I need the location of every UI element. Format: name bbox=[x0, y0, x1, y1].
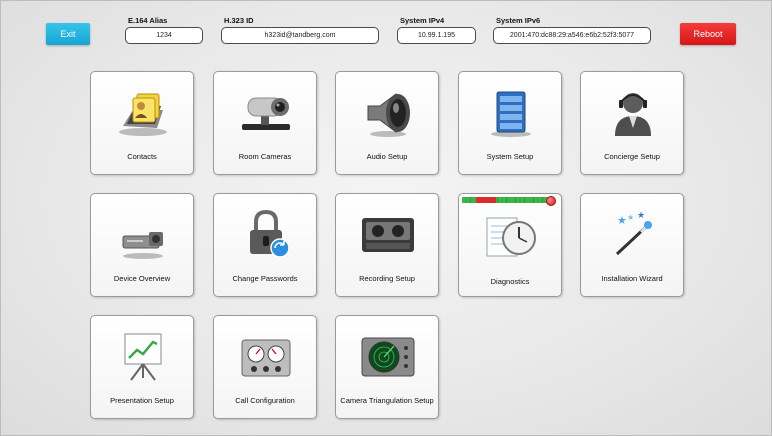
tape-recorder-icon bbox=[362, 218, 414, 252]
magic-wand-icon: ★ ★ ★ bbox=[615, 210, 652, 256]
contacts-tile[interactable]: Contacts bbox=[90, 71, 194, 175]
server-icon bbox=[491, 91, 531, 137]
presentation-setup-label: Presentation Setup bbox=[110, 396, 174, 405]
gauges-icon bbox=[241, 339, 291, 377]
system-setup-label: System Setup bbox=[486, 152, 534, 161]
diagnostics-label: Diagnostics bbox=[490, 277, 530, 286]
radar-icon bbox=[361, 337, 415, 377]
room-cameras-tile[interactable]: Room Cameras bbox=[213, 71, 317, 175]
room-cameras-label: Room Cameras bbox=[238, 152, 292, 161]
reboot-button[interactable]: Reboot bbox=[680, 23, 736, 45]
system-ipv6-label: System IPv6 bbox=[496, 16, 541, 25]
recording-setup-tile[interactable]: Recording Setup bbox=[335, 193, 439, 297]
system-ipv4-label: System IPv4 bbox=[400, 16, 445, 25]
e164-alias-value: 1234 bbox=[125, 27, 203, 44]
installation-wizard-label: Installation Wizard bbox=[601, 274, 663, 283]
diagnostics-tile[interactable]: Diagnostics bbox=[458, 193, 562, 297]
recording-setup-label: Recording Setup bbox=[359, 274, 415, 283]
change-passwords-tile[interactable]: Change Passwords bbox=[213, 193, 317, 297]
camera-triangulation-setup-label: Camera Triangulation Setup bbox=[340, 396, 434, 405]
svg-text:★: ★ bbox=[617, 215, 627, 227]
concierge-setup-tile[interactable]: Concierge Setup bbox=[580, 71, 684, 175]
call-configuration-tile[interactable]: Call Configuration bbox=[213, 315, 317, 419]
system-ipv6-value: 2001:470:dc88:29:a546:e6b2:52f3:5077 bbox=[493, 27, 651, 44]
svg-text:★: ★ bbox=[637, 210, 645, 220]
h323-id-value: h323id@tandberg.com bbox=[221, 27, 379, 44]
exit-button[interactable]: Exit bbox=[46, 23, 90, 45]
svg-text:★: ★ bbox=[627, 213, 634, 222]
main-screen: Exit E.164 Alias 1234 H.323 ID h323id@ta… bbox=[0, 0, 772, 436]
contacts-label: Contacts bbox=[127, 152, 157, 161]
clock-notepad-icon bbox=[486, 217, 536, 257]
change-passwords-label: Change Passwords bbox=[232, 274, 298, 283]
h323-id-label: H.323 ID bbox=[224, 16, 254, 25]
presentation-setup-tile[interactable]: Presentation Setup bbox=[90, 315, 194, 419]
audio-setup-tile[interactable]: Audio Setup bbox=[335, 71, 439, 175]
headset-person-icon bbox=[615, 93, 651, 136]
camera-triangulation-setup-tile[interactable]: Camera Triangulation Setup bbox=[335, 315, 439, 419]
rolodex-icon bbox=[119, 93, 167, 136]
presentation-board-icon bbox=[124, 333, 162, 381]
call-configuration-label: Call Configuration bbox=[235, 396, 295, 405]
lock-icon bbox=[250, 210, 290, 258]
system-ipv4-value: 10.99.1.195 bbox=[397, 27, 476, 44]
device-icon bbox=[122, 232, 163, 259]
diagnostics-alert-indicator bbox=[546, 196, 556, 206]
system-setup-tile[interactable]: System Setup bbox=[458, 71, 562, 175]
concierge-setup-label: Concierge Setup bbox=[604, 152, 660, 161]
device-overview-tile[interactable]: Device Overview bbox=[90, 193, 194, 297]
e164-alias-label: E.164 Alias bbox=[128, 16, 168, 25]
speaker-icon bbox=[367, 93, 410, 137]
device-overview-label: Device Overview bbox=[113, 274, 171, 283]
installation-wizard-tile[interactable]: ★ ★ ★ Installation Wizard bbox=[580, 193, 684, 297]
camera-icon bbox=[242, 97, 290, 130]
audio-setup-label: Audio Setup bbox=[366, 152, 408, 161]
diagnostics-status-bar bbox=[462, 197, 548, 203]
